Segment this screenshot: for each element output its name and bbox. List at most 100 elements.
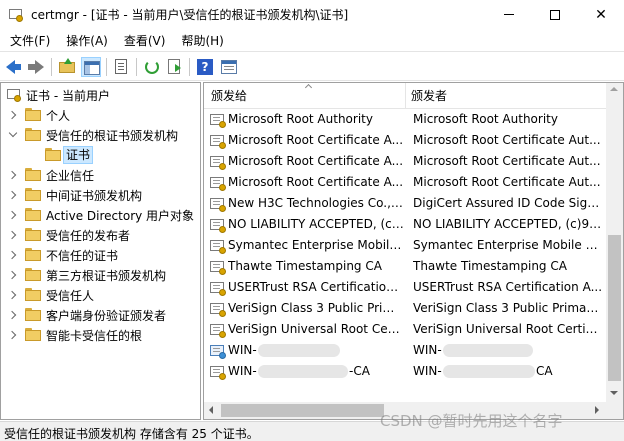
window-title: certmgr - [证书 - 当前用户\受信任的根证书颁发机构\证书] bbox=[31, 8, 349, 22]
tree-root[interactable]: 证书 - 当前用户 bbox=[1, 85, 200, 105]
minimize-icon bbox=[504, 14, 514, 15]
toolbar-separator bbox=[136, 58, 137, 76]
menu-file[interactable]: 文件(F) bbox=[2, 32, 58, 49]
toolbar-separator bbox=[189, 58, 190, 76]
chevron-right-icon[interactable] bbox=[7, 190, 17, 200]
list-item[interactable]: Symantec Enterprise Mobile ... Symantec … bbox=[206, 235, 606, 256]
issued-by-cell: Microsoft Root Certificate Aut... bbox=[413, 133, 601, 147]
refresh-icon bbox=[145, 60, 159, 74]
tree-item-client-auth-issuers[interactable]: 客户端身份验证颁发者 bbox=[1, 305, 200, 325]
issued-to-cell: Microsoft Root Certificate A... bbox=[228, 175, 404, 189]
console-tree[interactable]: 证书 - 当前用户 个人 受信任的根证书颁发机构 证书 企业信任 中间证书颁发机… bbox=[0, 82, 201, 420]
issued-to-cell: USERTrust RSA Certification ... bbox=[228, 280, 404, 294]
list-item[interactable]: Microsoft Root Certificate A... Microsof… bbox=[206, 130, 606, 151]
scroll-left-icon[interactable] bbox=[209, 406, 213, 414]
tree-item-enterprise-trust[interactable]: 企业信任 bbox=[1, 165, 200, 185]
redacted-region bbox=[443, 365, 535, 378]
export-list-button[interactable] bbox=[165, 57, 185, 77]
tree-item-label: 中间证书颁发机构 bbox=[46, 188, 143, 203]
tree-item-label: 受信任的发布者 bbox=[46, 228, 131, 243]
chevron-right-icon[interactable] bbox=[7, 170, 17, 180]
properties-button[interactable] bbox=[111, 57, 131, 77]
tree-item-trusted-publishers[interactable]: 受信任的发布者 bbox=[1, 225, 200, 245]
close-button[interactable]: ✕ bbox=[578, 0, 624, 29]
tree-item-smartcard-root[interactable]: 智能卡受信任的根 bbox=[1, 325, 200, 345]
scroll-down-icon[interactable] bbox=[610, 391, 618, 395]
list-item[interactable]: NO LIABILITY ACCEPTED, (c)... NO LIABILI… bbox=[206, 214, 606, 235]
issued-to-cell: New H3C Technologies Co., ... bbox=[228, 196, 404, 210]
certificate-store-icon bbox=[6, 87, 22, 103]
list-item[interactable]: Thawte Timestamping CA Thawte Timestampi… bbox=[206, 256, 606, 277]
tree-root-label: 证书 - 当前用户 bbox=[26, 88, 110, 103]
certificate-icon bbox=[210, 133, 226, 149]
certmgr-app-icon[interactable] bbox=[8, 7, 24, 23]
list-header: 颁发给 颁发者 bbox=[204, 83, 623, 109]
chevron-right-icon[interactable] bbox=[7, 250, 17, 260]
title-bar: certmgr - [证书 - 当前用户\受信任的根证书颁发机构\证书] ✕ bbox=[0, 0, 624, 29]
folder-icon bbox=[25, 288, 41, 301]
horizontal-scroll-thumb[interactable] bbox=[221, 404, 384, 417]
list-item[interactable]: Microsoft Root Certificate A... Microsof… bbox=[206, 172, 606, 193]
chevron-right-icon[interactable] bbox=[7, 210, 17, 220]
redacted-region bbox=[258, 344, 340, 357]
list-item[interactable]: VeriSign Class 3 Public Prim... VeriSign… bbox=[206, 298, 606, 319]
list-item[interactable]: New H3C Technologies Co., ... DigiCert A… bbox=[206, 193, 606, 214]
menu-view[interactable]: 查看(V) bbox=[116, 32, 174, 49]
tree-item-intermediate-ca[interactable]: 中间证书颁发机构 bbox=[1, 185, 200, 205]
tree-item-label: 受信任人 bbox=[46, 288, 95, 303]
list-item[interactable]: WIN- -CA WIN- CA bbox=[206, 361, 606, 382]
folder-icon bbox=[45, 148, 61, 161]
scroll-up-icon[interactable] bbox=[610, 87, 618, 91]
refresh-button[interactable] bbox=[142, 57, 162, 77]
tree-item-third-party-root[interactable]: 第三方根证书颁发机构 bbox=[1, 265, 200, 285]
toolbar-separator bbox=[51, 58, 52, 76]
tree-item-personal[interactable]: 个人 bbox=[1, 105, 200, 125]
up-one-level-button[interactable] bbox=[57, 57, 77, 77]
chevron-right-icon[interactable] bbox=[7, 290, 17, 300]
tree-item-untrusted[interactable]: 不信任的证书 bbox=[1, 245, 200, 265]
tree-item-certificates[interactable]: 证书 bbox=[1, 145, 200, 165]
minimize-button[interactable] bbox=[486, 0, 532, 29]
issued-to-cell: VeriSign Class 3 Public Prim... bbox=[228, 301, 404, 315]
certificate-list[interactable]: 颁发给 颁发者 Microsoft Root Authority Microso… bbox=[203, 82, 624, 420]
folder-icon bbox=[25, 208, 41, 221]
column-header-issued-by[interactable]: 颁发者 bbox=[406, 83, 606, 109]
chevron-down-icon[interactable] bbox=[8, 128, 18, 138]
list-item[interactable]: USERTrust RSA Certification ... USERTrus… bbox=[206, 277, 606, 298]
chevron-right-icon[interactable] bbox=[7, 310, 17, 320]
list-item[interactable]: Microsoft Root Authority Microsoft Root … bbox=[206, 109, 606, 130]
scroll-right-icon[interactable] bbox=[595, 406, 599, 414]
column-header-label: 颁发给 bbox=[211, 89, 248, 103]
list-item[interactable]: Microsoft Root Certificate A... Microsof… bbox=[206, 151, 606, 172]
chevron-right-icon[interactable] bbox=[7, 330, 17, 340]
vertical-scrollbar[interactable] bbox=[606, 83, 623, 402]
issued-to-cell: NO LIABILITY ACCEPTED, (c)... bbox=[228, 217, 404, 231]
help-button[interactable]: ? bbox=[195, 57, 215, 77]
vertical-scroll-thumb[interactable] bbox=[608, 235, 621, 381]
back-button[interactable] bbox=[4, 57, 24, 77]
show-hide-tree-button[interactable] bbox=[81, 57, 101, 77]
tree-item-ad-user-object[interactable]: Active Directory 用户对象 bbox=[1, 205, 200, 225]
tree-item-trusted-people[interactable]: 受信任人 bbox=[1, 285, 200, 305]
list-item[interactable]: VeriSign Universal Root Cert... VeriSign… bbox=[206, 319, 606, 340]
column-header-issued-to[interactable]: 颁发给 bbox=[206, 83, 406, 109]
menu-action[interactable]: 操作(A) bbox=[58, 32, 116, 49]
certificate-icon bbox=[210, 280, 226, 296]
forward-button[interactable] bbox=[26, 57, 46, 77]
tree-item-trusted-root[interactable]: 受信任的根证书颁发机构 bbox=[1, 125, 200, 145]
menu-help[interactable]: 帮助(H) bbox=[173, 32, 231, 49]
action-pane-button[interactable] bbox=[219, 57, 239, 77]
maximize-button[interactable] bbox=[532, 0, 578, 29]
certificate-icon bbox=[210, 154, 226, 170]
issued-by-cell: VeriSign Universal Root Certifi... bbox=[413, 322, 603, 336]
issued-by-suffix: CA bbox=[536, 364, 553, 378]
certificate-icon bbox=[210, 364, 226, 380]
properties-pane-icon bbox=[221, 60, 237, 74]
chevron-right-icon[interactable] bbox=[7, 110, 17, 120]
chevron-right-icon[interactable] bbox=[7, 270, 17, 280]
chevron-right-icon[interactable] bbox=[7, 230, 17, 240]
help-icon: ? bbox=[197, 59, 213, 75]
issued-to-suffix: -CA bbox=[349, 364, 370, 378]
list-item[interactable]: WIN- WIN- bbox=[206, 340, 606, 361]
menu-bar: 文件(F) 操作(A) 查看(V) 帮助(H) bbox=[0, 29, 624, 51]
